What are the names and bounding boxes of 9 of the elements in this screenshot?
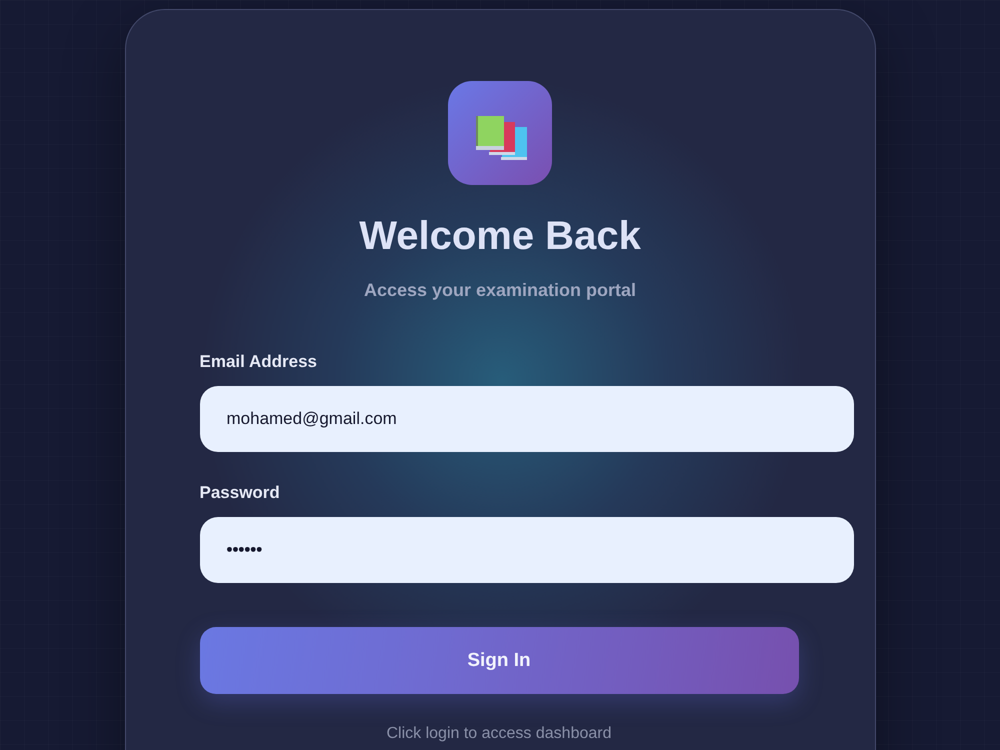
welcome-title: Welcome Back — [359, 213, 641, 260]
sign-in-button[interactable]: Sign In — [200, 627, 798, 694]
hint-text: Click login to access dashboard — [386, 725, 612, 743]
subtitle: Access your examination portal — [364, 279, 636, 301]
password-field[interactable]: •••••• — [200, 517, 854, 583]
field-label: Password — [200, 483, 280, 503]
email-field[interactable]: mohamed@gmail.com — [200, 386, 854, 452]
field-label: Email Address — [200, 352, 317, 372]
books-logo-icon — [448, 81, 552, 185]
